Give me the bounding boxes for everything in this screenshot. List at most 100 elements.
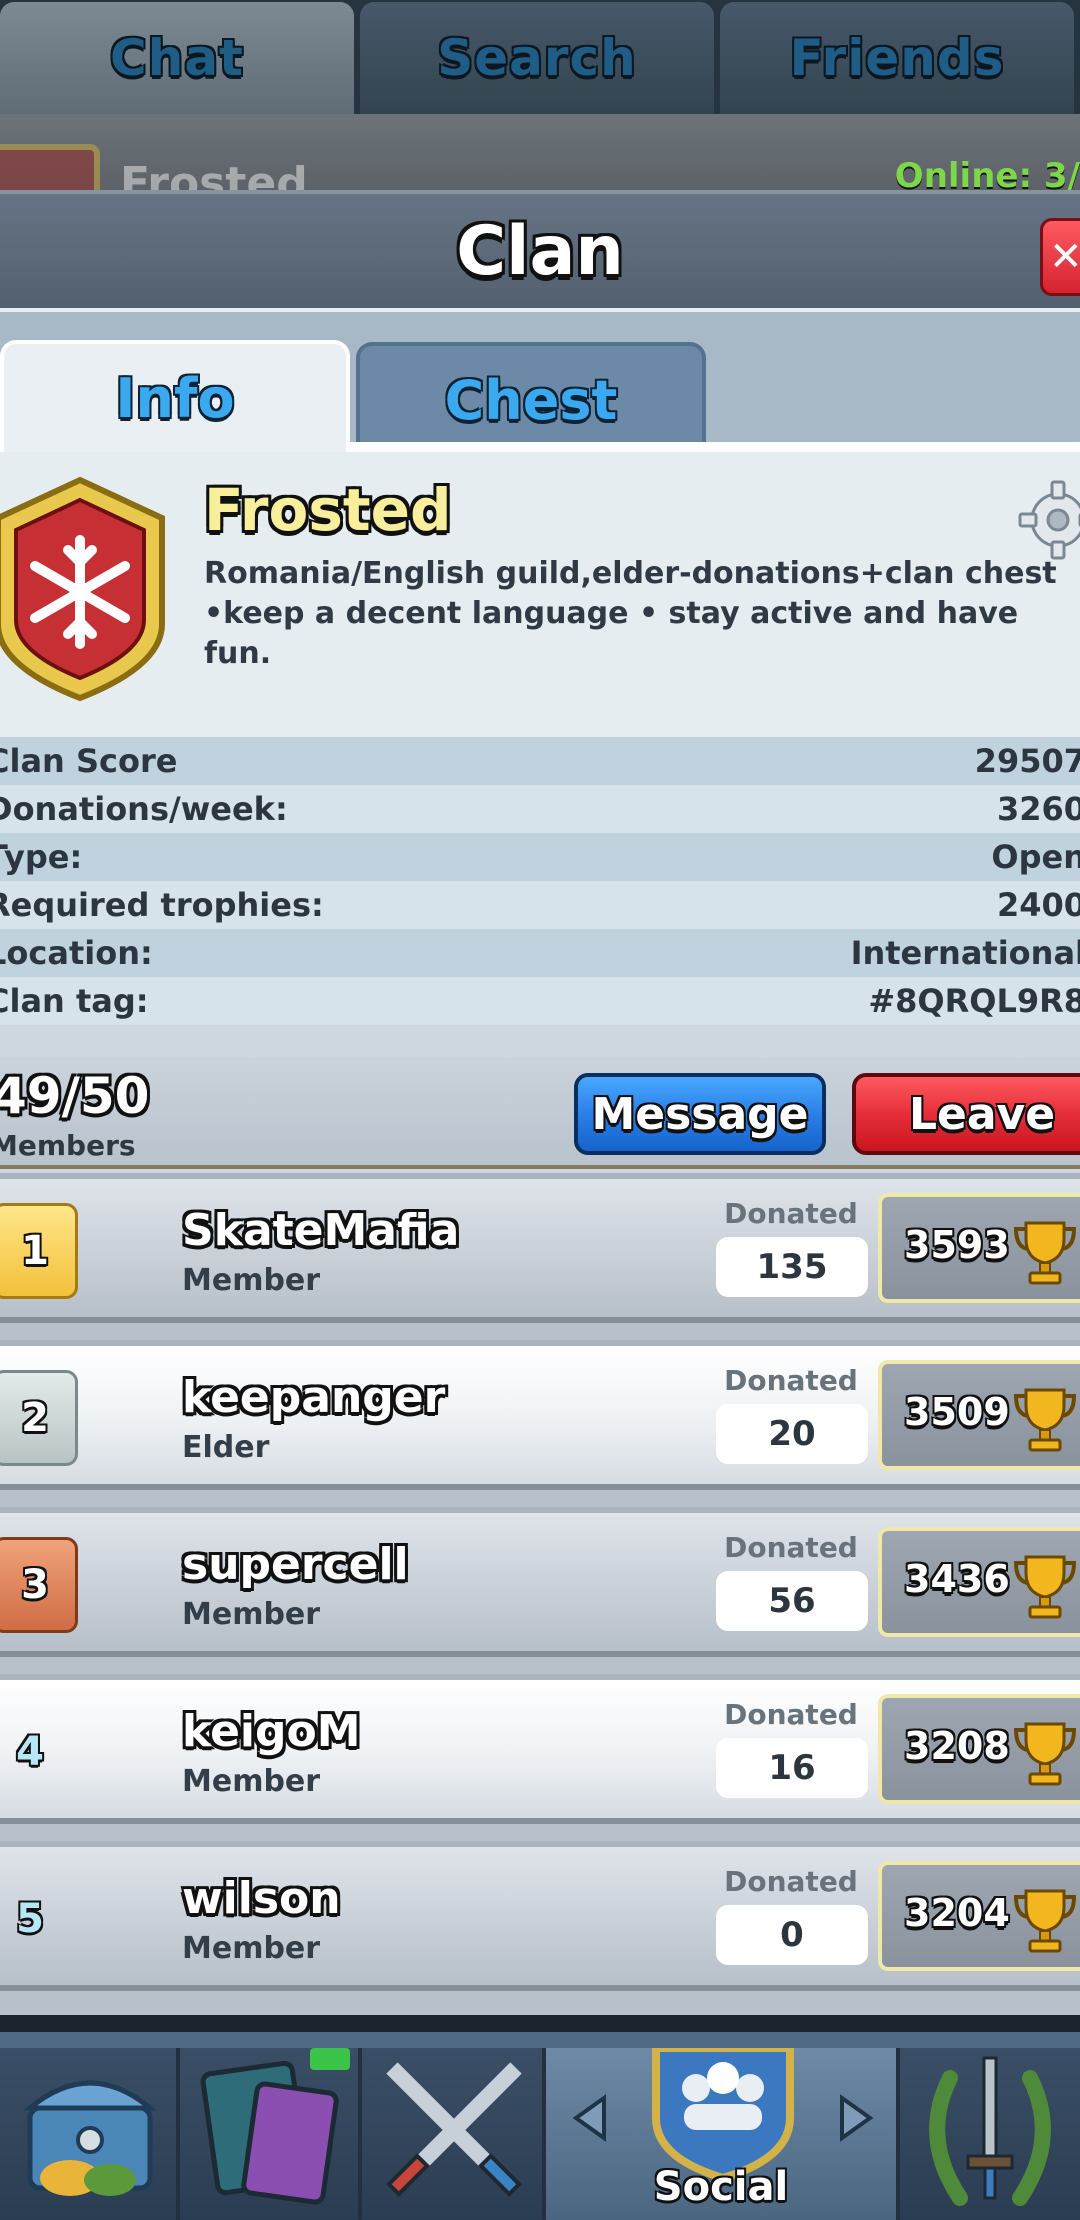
- bottom-nav: Social: [0, 2032, 1080, 2220]
- background-clan-badge-icon: [0, 144, 100, 190]
- member-role: Member: [182, 1931, 321, 1966]
- clan-info-panel: Frosted Romania/English guild,elder-dona…: [0, 452, 1080, 737]
- background-clan-name: Frosted: [120, 158, 308, 190]
- clan-modal: Clan ✕ Info Chest Frosted Romania/Englis…: [0, 190, 1080, 2015]
- clan-stats-table: Clan Score 29507 Donations/week: 3260 Type…: [0, 737, 1080, 1025]
- laurel-sword-icon: [929, 2056, 1051, 2206]
- close-button[interactable]: ✕: [1040, 218, 1080, 296]
- clan-sub-tabs: Info Chest: [0, 312, 1080, 454]
- member-role: Elder: [182, 1430, 270, 1465]
- trophy-box: 3204: [878, 1861, 1080, 1971]
- trophy-count: 3593: [904, 1223, 1010, 1267]
- stat-row-donations: Donations/week: 3260: [0, 785, 1080, 833]
- tab-info[interactable]: Info: [0, 340, 350, 452]
- donated-label: Donated: [724, 1865, 858, 1898]
- clan-name: Frosted: [204, 476, 452, 544]
- members-bar: 49/50 Members Message Leave: [0, 1057, 1080, 1169]
- trophy-box: 3509: [878, 1360, 1080, 1470]
- cards-icon: [200, 2048, 350, 2205]
- member-name: wilson: [182, 1873, 341, 1924]
- tab-friends[interactable]: Friends: [720, 2, 1074, 114]
- member-count-label: Members: [0, 1129, 136, 1162]
- tab-underline: [350, 442, 1080, 452]
- member-role: Member: [182, 1263, 321, 1298]
- trophy-box: 3208: [878, 1694, 1080, 1804]
- tab-chest-label: Chest: [444, 368, 618, 432]
- member-role: Member: [182, 1597, 321, 1632]
- nav-battle[interactable]: [362, 2048, 546, 2220]
- stat-value: 3260: [996, 790, 1080, 828]
- leave-button[interactable]: Leave: [852, 1073, 1080, 1155]
- leave-button-label: Leave: [908, 1088, 1056, 1140]
- close-icon: ✕: [1049, 234, 1080, 280]
- message-button[interactable]: Message: [574, 1073, 826, 1155]
- stat-value: Open: [991, 838, 1080, 876]
- tab-search[interactable]: Search: [360, 2, 714, 114]
- tab-search-label: Search: [437, 29, 637, 87]
- nav-events[interactable]: [900, 2048, 1080, 2220]
- list-item[interactable]: 5 wilson Member Donated 0 3204: [0, 1841, 1080, 1991]
- message-button-label: Message: [591, 1088, 809, 1140]
- donated-value: 135: [716, 1237, 868, 1297]
- trophy-icon: [1013, 1889, 1077, 1953]
- stat-label: Location:: [0, 934, 153, 972]
- donated-value: 16: [716, 1738, 868, 1798]
- list-item[interactable]: 1 SkateMafia Member Donated 135 3593: [0, 1173, 1080, 1323]
- nav-social[interactable]: Social: [546, 2044, 900, 2220]
- modal-title: Clan: [456, 211, 624, 291]
- rank-badge: 3: [0, 1537, 78, 1633]
- donated-value: 56: [716, 1571, 868, 1631]
- list-item[interactable]: 3 supercell Member Donated 56 3436: [0, 1507, 1080, 1657]
- donated-value: 20: [716, 1404, 868, 1464]
- member-role: Member: [182, 1764, 321, 1799]
- donated-label: Donated: [724, 1364, 858, 1397]
- nav-shop[interactable]: [0, 2048, 180, 2220]
- stat-label: Clan Score: [0, 742, 178, 780]
- background-online-count: Online: 3/: [894, 156, 1080, 190]
- tab-friends-label: Friends: [789, 29, 1005, 87]
- stat-row-location: Location: International: [0, 929, 1080, 977]
- nav-social-label: Social: [653, 2164, 789, 2210]
- chest-shop-icon: [23, 2080, 157, 2196]
- trophy-icon: [1013, 1388, 1077, 1452]
- list-item[interactable]: 4 keigoM Member Donated 16 3208: [0, 1674, 1080, 1824]
- gear-icon[interactable]: [1016, 478, 1080, 562]
- stat-row-clan-score: Clan Score 29507: [0, 737, 1080, 785]
- member-name: keepanger: [182, 1372, 446, 1423]
- trophy-icon: [1013, 1221, 1077, 1285]
- member-count: 49/50: [0, 1067, 150, 1125]
- trophy-count: 3204: [904, 1891, 1010, 1935]
- tab-chat[interactable]: Chat: [0, 2, 354, 114]
- background-clan-header: Frosted Online: 3/: [0, 114, 1080, 190]
- crossed-swords-icon: [386, 2062, 522, 2197]
- rank-badge: 4: [16, 1729, 44, 1775]
- tab-info-label: Info: [115, 366, 235, 430]
- donated-label: Donated: [724, 1197, 858, 1230]
- stat-label: Donations/week:: [0, 790, 288, 828]
- bottom-nav-divider: [0, 2032, 1080, 2048]
- stat-value: 29507: [974, 742, 1080, 780]
- donated-value: 0: [716, 1905, 868, 1965]
- donated-label: Donated: [724, 1531, 858, 1564]
- rank-badge: 1: [0, 1203, 78, 1299]
- top-tab-bar: Chat Search Friends: [0, 0, 1080, 114]
- stat-label: Required trophies:: [0, 886, 324, 924]
- trophy-icon: [1013, 1555, 1077, 1619]
- snowflake-badge-icon: [0, 476, 165, 702]
- trophy-count: 3208: [904, 1724, 1010, 1768]
- stat-row-type: Type: Open: [0, 833, 1080, 881]
- list-item[interactable]: 2 keepanger Elder Donated 20 3509: [0, 1340, 1080, 1490]
- trophy-box: 3593: [878, 1193, 1080, 1303]
- modal-header: Clan ✕: [0, 190, 1080, 312]
- stat-label: Clan tag:: [0, 982, 149, 1020]
- nav-cards[interactable]: [180, 2048, 362, 2220]
- rank-badge: 2: [0, 1370, 78, 1466]
- trophy-box: 3436: [878, 1527, 1080, 1637]
- stat-value: #8QRQL9R8: [868, 982, 1080, 1020]
- member-name: SkateMafia: [182, 1205, 460, 1256]
- tab-chat-label: Chat: [110, 29, 244, 87]
- donated-label: Donated: [724, 1698, 858, 1731]
- trophy-count: 3436: [904, 1557, 1010, 1601]
- trophy-icon: [1013, 1722, 1077, 1786]
- tab-chest[interactable]: Chest: [356, 342, 706, 454]
